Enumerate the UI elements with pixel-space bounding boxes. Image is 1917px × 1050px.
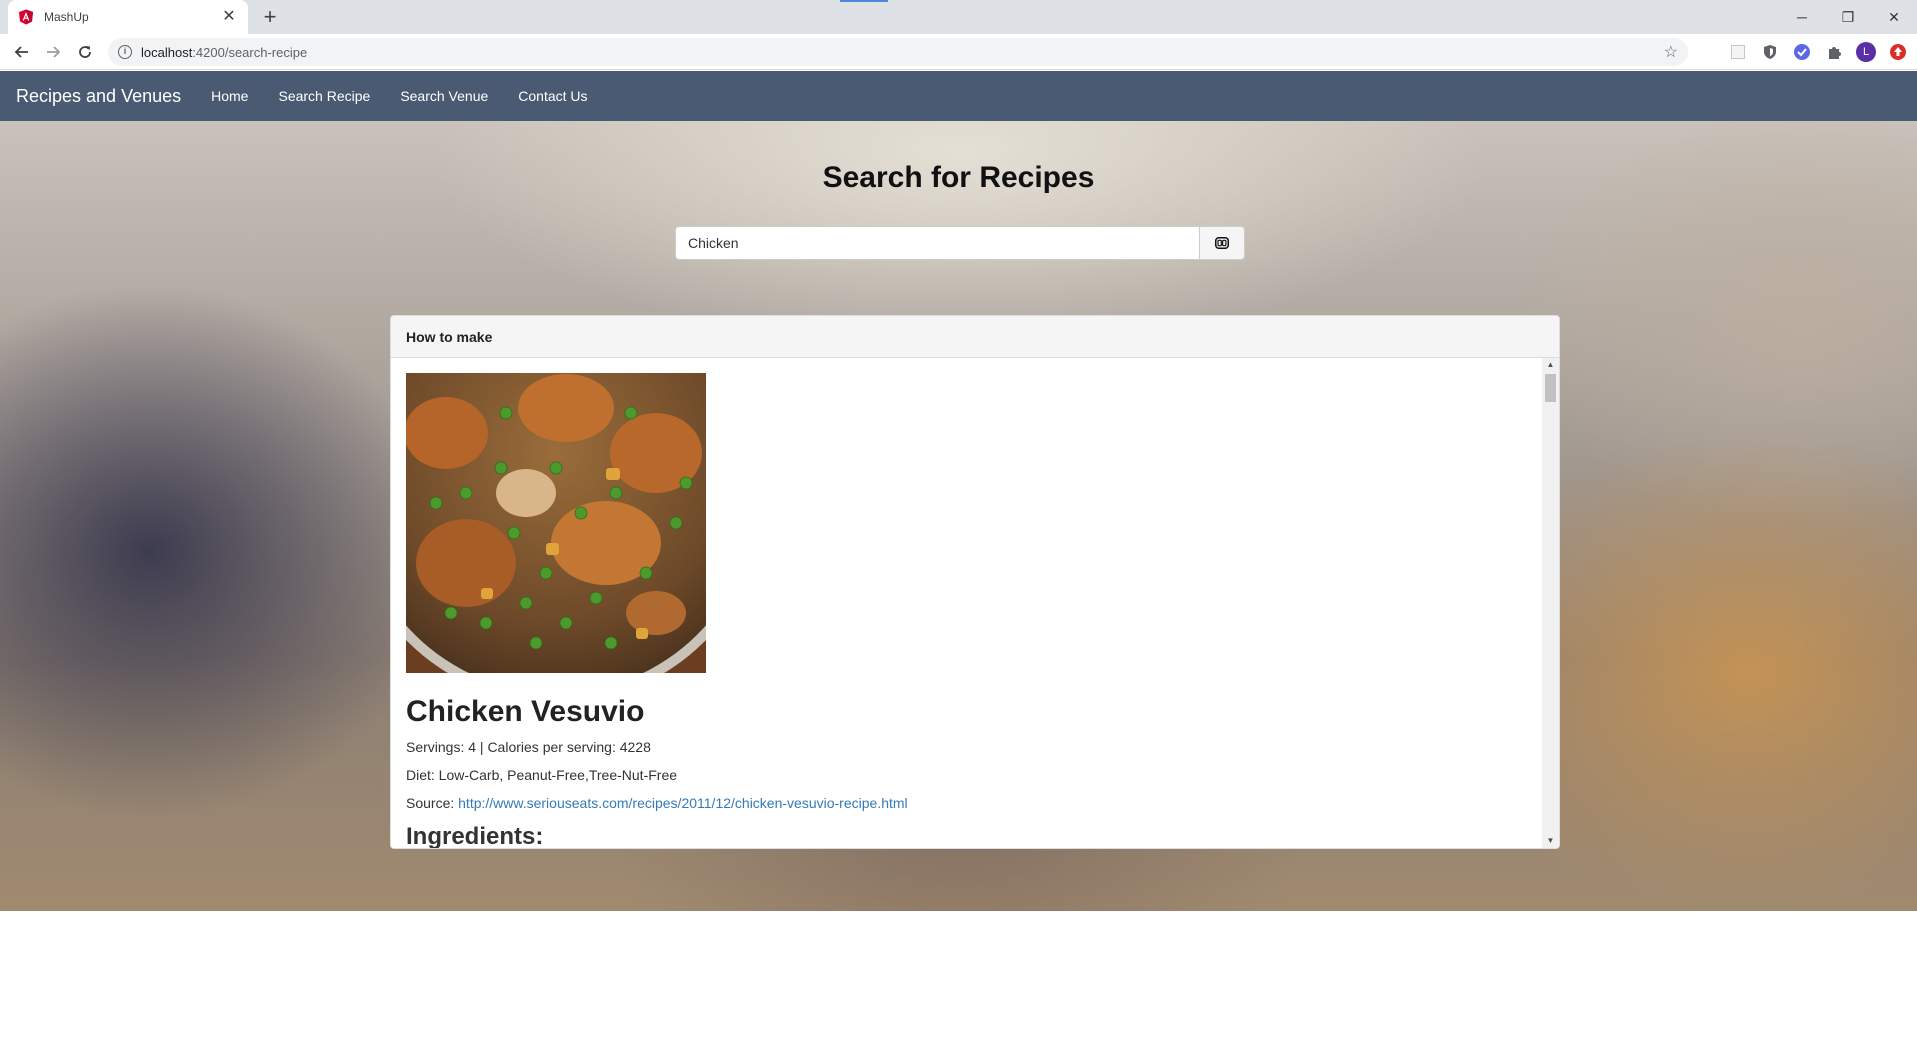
search-go-button[interactable] [1199, 226, 1245, 260]
browser-toolbar: i localhost:4200/search-recipe ☆ L [0, 34, 1917, 70]
tab-loading-indicator [840, 0, 888, 2]
web-page: Recipes and Venues Home Search Recipe Se… [0, 71, 1917, 1050]
puzzle-extensions-icon[interactable] [1822, 40, 1846, 64]
top-navbar: Recipes and Venues Home Search Recipe Se… [0, 71, 1917, 121]
scroll-down-arrow-icon[interactable]: ▼ [1542, 834, 1559, 848]
recipe-image [406, 373, 706, 673]
ingredients-heading: Ingredients: [406, 823, 544, 848]
nav-link-search-recipe[interactable]: Search Recipe [278, 88, 370, 104]
url-text: localhost:4200/search-recipe [141, 44, 308, 60]
panel-scrollbar[interactable]: ▲ ▼ [1542, 358, 1559, 848]
scroll-up-arrow-icon[interactable]: ▲ [1542, 358, 1559, 372]
recipe-source: Source: http://www.seriouseats.com/recip… [406, 795, 1528, 811]
nav-link-home[interactable]: Home [211, 88, 248, 104]
browser-tabstrip: MashUp ✕ + ─ ❐ ✕ [0, 0, 1917, 34]
forward-button[interactable] [41, 40, 65, 64]
new-tab-button[interactable]: + [258, 6, 282, 30]
angular-favicon-icon [19, 9, 33, 25]
scroll-thumb[interactable] [1545, 374, 1556, 402]
extensions-area: L [1726, 40, 1917, 64]
minimize-button[interactable]: ─ [1779, 0, 1825, 34]
profile-avatar[interactable]: L [1854, 40, 1878, 64]
go-icon [1215, 237, 1229, 249]
recipe-panel: How to make Chicken Vesuvio Servings: 4 … [390, 315, 1560, 849]
address-bar[interactable]: i localhost:4200/search-recipe ☆ [108, 38, 1688, 66]
nav-link-search-venue[interactable]: Search Venue [400, 88, 488, 104]
recipe-diet: Diet: Low-Carb, Peanut-Free,Tree-Nut-Fre… [406, 767, 678, 783]
browser-tab[interactable]: MashUp ✕ [8, 0, 248, 34]
shield-icon[interactable] [1758, 40, 1782, 64]
nav-link-contact-us[interactable]: Contact Us [518, 88, 587, 104]
close-window-button[interactable]: ✕ [1871, 0, 1917, 34]
page-title: Search for Recipes [822, 161, 1095, 194]
update-icon[interactable] [1886, 40, 1910, 64]
back-button[interactable] [10, 40, 34, 64]
recipe-search-group [675, 226, 1245, 260]
recipe-servings: Servings: 4 | Calories per serving: 4228 [406, 739, 651, 755]
navbar-brand[interactable]: Recipes and Venues [16, 86, 181, 107]
tab-title: MashUp [44, 10, 89, 24]
panel-body: Chicken Vesuvio Servings: 4 | Calories p… [391, 358, 1543, 848]
recipe-search-input[interactable] [675, 226, 1199, 260]
bookmark-star-icon[interactable]: ☆ [1664, 42, 1678, 62]
site-info-icon[interactable]: i [118, 45, 132, 59]
restore-button[interactable]: ❐ [1825, 0, 1871, 34]
recipe-title: Chicken Vesuvio [406, 695, 645, 728]
back-arrow-icon [14, 46, 28, 58]
panel-heading: How to make [391, 316, 1559, 358]
extension-blank-icon[interactable] [1726, 40, 1750, 64]
source-link[interactable]: http://www.seriouseats.com/recipes/2011/… [458, 795, 908, 811]
tab-close-icon[interactable]: ✕ [220, 8, 238, 26]
source-label: Source: [406, 795, 459, 811]
check-extension-icon[interactable] [1790, 40, 1814, 64]
forward-arrow-icon [47, 46, 61, 58]
reload-icon [79, 46, 91, 58]
reload-button[interactable] [73, 40, 97, 64]
window-controls: ─ ❐ ✕ [1779, 0, 1917, 34]
